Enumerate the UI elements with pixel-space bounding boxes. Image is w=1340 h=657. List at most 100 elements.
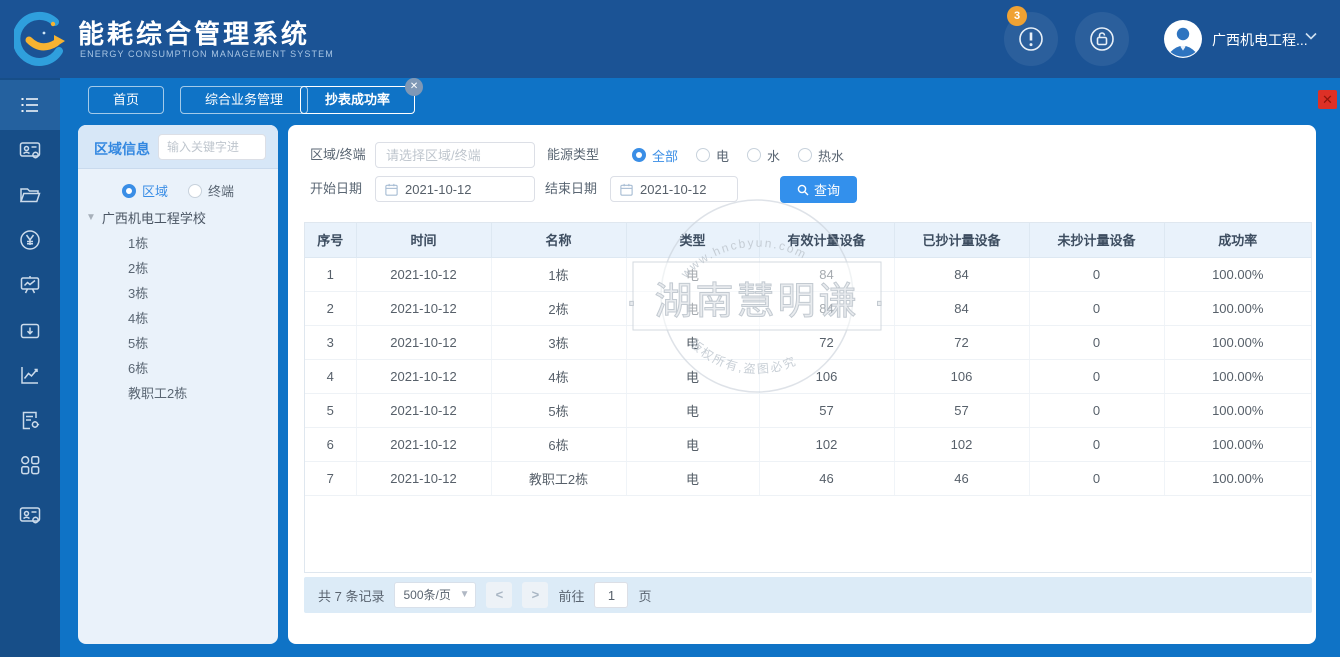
- radio-energy-1[interactable]: 电: [696, 146, 729, 165]
- tree-item[interactable]: 2栋: [128, 256, 187, 281]
- tab-close-icon[interactable]: ✕: [405, 78, 424, 96]
- table-cell: 电: [626, 325, 760, 360]
- table-header-row: 序号 时间 名称 类型 有效计量设备 已抄计量设备 未抄计量设备 成功率: [305, 223, 1311, 258]
- user-card-settings-icon: [19, 142, 41, 159]
- prev-page-button[interactable]: <: [486, 582, 513, 608]
- area-select-input[interactable]: [375, 142, 535, 168]
- table-cell: 84: [759, 257, 895, 292]
- table-cell: 100.00%: [1164, 461, 1311, 496]
- table-body: 1 2021-10-12 1栋电 84 84 0 100.00% 2 2021-10-12 2栋电…: [305, 257, 1311, 496]
- table-cell: 3: [305, 325, 357, 360]
- table-cell: 电: [626, 461, 760, 496]
- table-cell: 0: [1029, 291, 1165, 326]
- tree-item[interactable]: 教职工2栋: [128, 381, 187, 406]
- sidebar-item-report-config[interactable]: [0, 397, 60, 443]
- radio-dot-icon: [696, 148, 711, 162]
- table-cell: 4栋: [491, 359, 627, 394]
- sidebar-item-menu-list[interactable]: [0, 80, 60, 130]
- radio-terminal[interactable]: 终端: [188, 181, 234, 200]
- table-cell: 100.00%: [1164, 291, 1311, 326]
- sidebar-item-currency[interactable]: [0, 217, 60, 263]
- caret-down-icon: ▼: [459, 589, 470, 600]
- table-cell: 7: [305, 461, 357, 496]
- table-cell: 84: [759, 291, 895, 326]
- column-header: 类型: [626, 223, 760, 258]
- table-cell: 6: [305, 427, 357, 462]
- sidebar-item-apps[interactable]: [0, 442, 60, 488]
- tree-item[interactable]: 5栋: [128, 331, 187, 356]
- region-tree-panel: 区域信息 区域 终端 ▼ 广西机电工程学校 1栋2栋3栋4栋5栋6栋教职工2栋: [78, 125, 278, 644]
- menu-list-icon: [21, 98, 38, 112]
- currency-yuan-icon: [20, 230, 40, 250]
- alert-icon: [1019, 27, 1043, 51]
- tree-panel-title: 区域信息: [94, 141, 150, 157]
- table-cell: 2021-10-12: [356, 325, 492, 360]
- tree-search-input[interactable]: [158, 134, 266, 160]
- caret-down-icon[interactable]: ▼: [86, 212, 96, 223]
- chevron-down-icon[interactable]: [1305, 32, 1317, 40]
- table-cell: 100.00%: [1164, 325, 1311, 360]
- energy-radio-group: 全部电水热水: [632, 142, 844, 168]
- sidebar-item-folder[interactable]: [0, 172, 60, 218]
- table-cell: 1栋: [491, 257, 627, 292]
- table-row: 1 2021-10-12 1栋电 84 84 0 100.00%: [305, 257, 1311, 292]
- table-cell: 2021-10-12: [356, 359, 492, 394]
- user-name[interactable]: 广西机电工程...: [1212, 30, 1308, 50]
- table-cell: 2021-10-12: [356, 393, 492, 428]
- table-cell: 5: [305, 393, 357, 428]
- radio-energy-2[interactable]: 水: [747, 146, 780, 165]
- app-title: 能耗综合管理系统: [78, 19, 311, 49]
- pagination-bar: 共 7 条记录 500条/页 ▼ < > 前往 页: [304, 577, 1312, 613]
- page-unit-label: 页: [638, 588, 652, 604]
- end-date-input[interactable]: 2021-10-12: [610, 176, 738, 202]
- table-cell: 0: [1029, 359, 1165, 394]
- next-page-button[interactable]: >: [522, 582, 549, 608]
- table-cell: 3栋: [491, 325, 627, 360]
- sidebar-item-dashboard[interactable]: [0, 262, 60, 308]
- tab-business[interactable]: 综合业务管理: [180, 86, 309, 114]
- presentation-chart-icon: [20, 276, 40, 294]
- main-area: 首页 综合业务管理 抄表成功率 ✕ ✕ 区域信息 区域 终端 ▼ 广西机电工程学…: [60, 78, 1340, 657]
- results-table: 序号 时间 名称 类型 有效计量设备 已抄计量设备 未抄计量设备 成功率 1 2021-10-1…: [304, 222, 1312, 573]
- table-cell: 84: [894, 291, 1030, 326]
- table-cell: 2021-10-12: [356, 291, 492, 326]
- tree-root-node[interactable]: ▼ 广西机电工程学校: [86, 205, 206, 229]
- table-cell: 100.00%: [1164, 359, 1311, 394]
- sidebar-item-user-card-2[interactable]: [0, 492, 60, 538]
- tree-item[interactable]: 1栋: [128, 231, 187, 256]
- tree-item[interactable]: 4栋: [128, 306, 187, 331]
- sidebar-item-download[interactable]: [0, 307, 60, 353]
- sidebar-item-chart[interactable]: [0, 352, 60, 398]
- tab-meter-read-rate[interactable]: 抄表成功率 ✕: [300, 78, 424, 114]
- total-records: 共 7 条记录: [318, 588, 385, 604]
- goto-page-input[interactable]: [594, 582, 629, 608]
- table-row: 7 2021-10-12 教职工2栋电 46 46 0 100.00%: [305, 461, 1311, 496]
- tree-item[interactable]: 3栋: [128, 281, 187, 306]
- table-cell: 106: [759, 359, 895, 394]
- page-size-select[interactable]: 500条/页 ▼: [394, 582, 477, 608]
- radio-area[interactable]: 区域: [121, 181, 168, 200]
- sidebar-item-user-card[interactable]: [0, 127, 60, 173]
- column-header: 序号: [305, 223, 357, 258]
- tree-item[interactable]: 6栋: [128, 356, 187, 381]
- column-header: 时间: [356, 223, 492, 258]
- table-cell: 2021-10-12: [356, 461, 492, 496]
- lock-button[interactable]: [1075, 12, 1129, 66]
- radio-energy-3[interactable]: 热水: [798, 146, 844, 165]
- tab-home[interactable]: 首页: [88, 86, 165, 114]
- area-filter-label: 区域/终端: [310, 147, 366, 162]
- user-avatar[interactable]: [1163, 19, 1203, 59]
- apps-grid-icon: [21, 456, 40, 475]
- column-header: 名称: [491, 223, 627, 258]
- table-row: 5 2021-10-12 5栋电 57 57 0 100.00%: [305, 393, 1311, 428]
- start-date-input[interactable]: 2021-10-12: [375, 176, 535, 202]
- close-all-tabs-button[interactable]: ✕: [1318, 90, 1337, 109]
- radio-energy-0[interactable]: 全部: [632, 146, 678, 165]
- table-cell: 4: [305, 359, 357, 394]
- table-cell: 0: [1029, 393, 1165, 428]
- tree-panel-header: 区域信息: [78, 125, 278, 169]
- goto-label: 前往: [558, 588, 585, 604]
- query-button[interactable]: 查询: [780, 176, 857, 203]
- document-settings-icon: [22, 411, 40, 430]
- table-cell: 2021-10-12: [356, 257, 492, 292]
